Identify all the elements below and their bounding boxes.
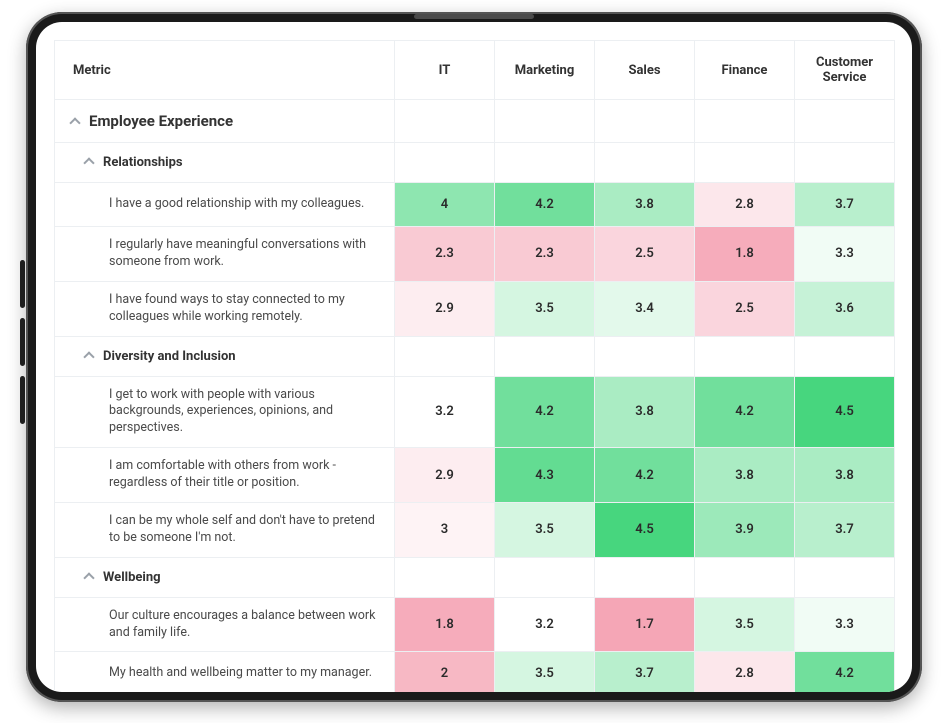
value-cell: 3.2 [395, 376, 495, 448]
section-wellbeing[interactable]: Wellbeing [55, 557, 895, 597]
table-row: My health and wellbeing matter to my man… [55, 652, 895, 692]
value-cell: 3.2 [495, 597, 595, 652]
value-cell: 2 [395, 652, 495, 692]
chevron-up-icon [83, 351, 94, 362]
value-cell: 4.5 [595, 502, 695, 557]
metric-label: I can be my whole self and don't have to… [55, 502, 395, 557]
value-cell: 4.2 [495, 183, 595, 227]
table-row: Our culture encourages a balance between… [55, 597, 895, 652]
value-cell: 3.7 [795, 502, 895, 557]
tablet-notch [414, 14, 534, 19]
value-cell: 3.5 [695, 597, 795, 652]
metric-label: My health and wellbeing matter to my man… [55, 652, 395, 692]
metric-label: I am comfortable with others from work -… [55, 448, 395, 503]
value-cell: 3.3 [795, 227, 895, 282]
tablet-side-buttons [20, 260, 25, 424]
heatmap-table: Metric ITMarketingSalesFinanceCustomer S… [54, 40, 895, 692]
value-cell: 4.3 [495, 448, 595, 503]
value-cell: 4 [395, 183, 495, 227]
value-cell: 4.2 [795, 652, 895, 692]
value-cell: 2.9 [395, 281, 495, 336]
screen: Metric ITMarketingSalesFinanceCustomer S… [36, 22, 912, 692]
col-header-2: Sales [595, 41, 695, 100]
tablet-frame: Metric ITMarketingSalesFinanceCustomer S… [26, 12, 922, 702]
value-cell: 2.8 [695, 652, 795, 692]
value-cell: 3.3 [795, 597, 895, 652]
col-header-1: Marketing [495, 41, 595, 100]
table-row: I regularly have meaningful conversation… [55, 227, 895, 282]
table-row: I have found ways to stay connected to m… [55, 281, 895, 336]
col-header-metric: Metric [55, 41, 395, 100]
section-relationships[interactable]: Relationships [55, 143, 895, 183]
value-cell: 4.2 [695, 376, 795, 448]
value-cell: 1.8 [695, 227, 795, 282]
value-cell: 2.3 [395, 227, 495, 282]
value-cell: 1.7 [595, 597, 695, 652]
value-cell: 3.8 [695, 448, 795, 503]
chevron-up-icon [83, 572, 94, 583]
chevron-up-icon [83, 157, 94, 168]
col-header-3: Finance [695, 41, 795, 100]
value-cell: 2.5 [695, 281, 795, 336]
table-row: I am comfortable with others from work -… [55, 448, 895, 503]
table-header-row: Metric ITMarketingSalesFinanceCustomer S… [55, 41, 895, 100]
section-diversity-and-inclusion[interactable]: Diversity and Inclusion [55, 336, 895, 376]
section-employee-experience[interactable]: Employee Experience [55, 100, 895, 143]
value-cell: 2.3 [495, 227, 595, 282]
value-cell: 3.7 [795, 183, 895, 227]
value-cell: 4.5 [795, 376, 895, 448]
value-cell: 3.7 [595, 652, 695, 692]
value-cell: 3.5 [495, 502, 595, 557]
value-cell: 2.8 [695, 183, 795, 227]
chevron-up-icon [69, 117, 80, 128]
value-cell: 3 [395, 502, 495, 557]
metric-label: I have found ways to stay connected to m… [55, 281, 395, 336]
value-cell: 3.5 [495, 652, 595, 692]
value-cell: 3.4 [595, 281, 695, 336]
table-row: I can be my whole self and don't have to… [55, 502, 895, 557]
col-header-4: Customer Service [795, 41, 895, 100]
metric-label: I have a good relationship with my colle… [55, 183, 395, 227]
col-header-0: IT [395, 41, 495, 100]
table-row: I get to work with people with various b… [55, 376, 895, 448]
value-cell: 4.2 [595, 448, 695, 503]
metric-label: Our culture encourages a balance between… [55, 597, 395, 652]
value-cell: 2.5 [595, 227, 695, 282]
value-cell: 4.2 [495, 376, 595, 448]
value-cell: 3.8 [595, 376, 695, 448]
metric-label: I regularly have meaningful conversation… [55, 227, 395, 282]
metric-label: I get to work with people with various b… [55, 376, 395, 448]
value-cell: 3.6 [795, 281, 895, 336]
value-cell: 3.8 [595, 183, 695, 227]
value-cell: 1.8 [395, 597, 495, 652]
value-cell: 3.8 [795, 448, 895, 503]
value-cell: 3.5 [495, 281, 595, 336]
table-row: I have a good relationship with my colle… [55, 183, 895, 227]
value-cell: 3.9 [695, 502, 795, 557]
value-cell: 2.9 [395, 448, 495, 503]
